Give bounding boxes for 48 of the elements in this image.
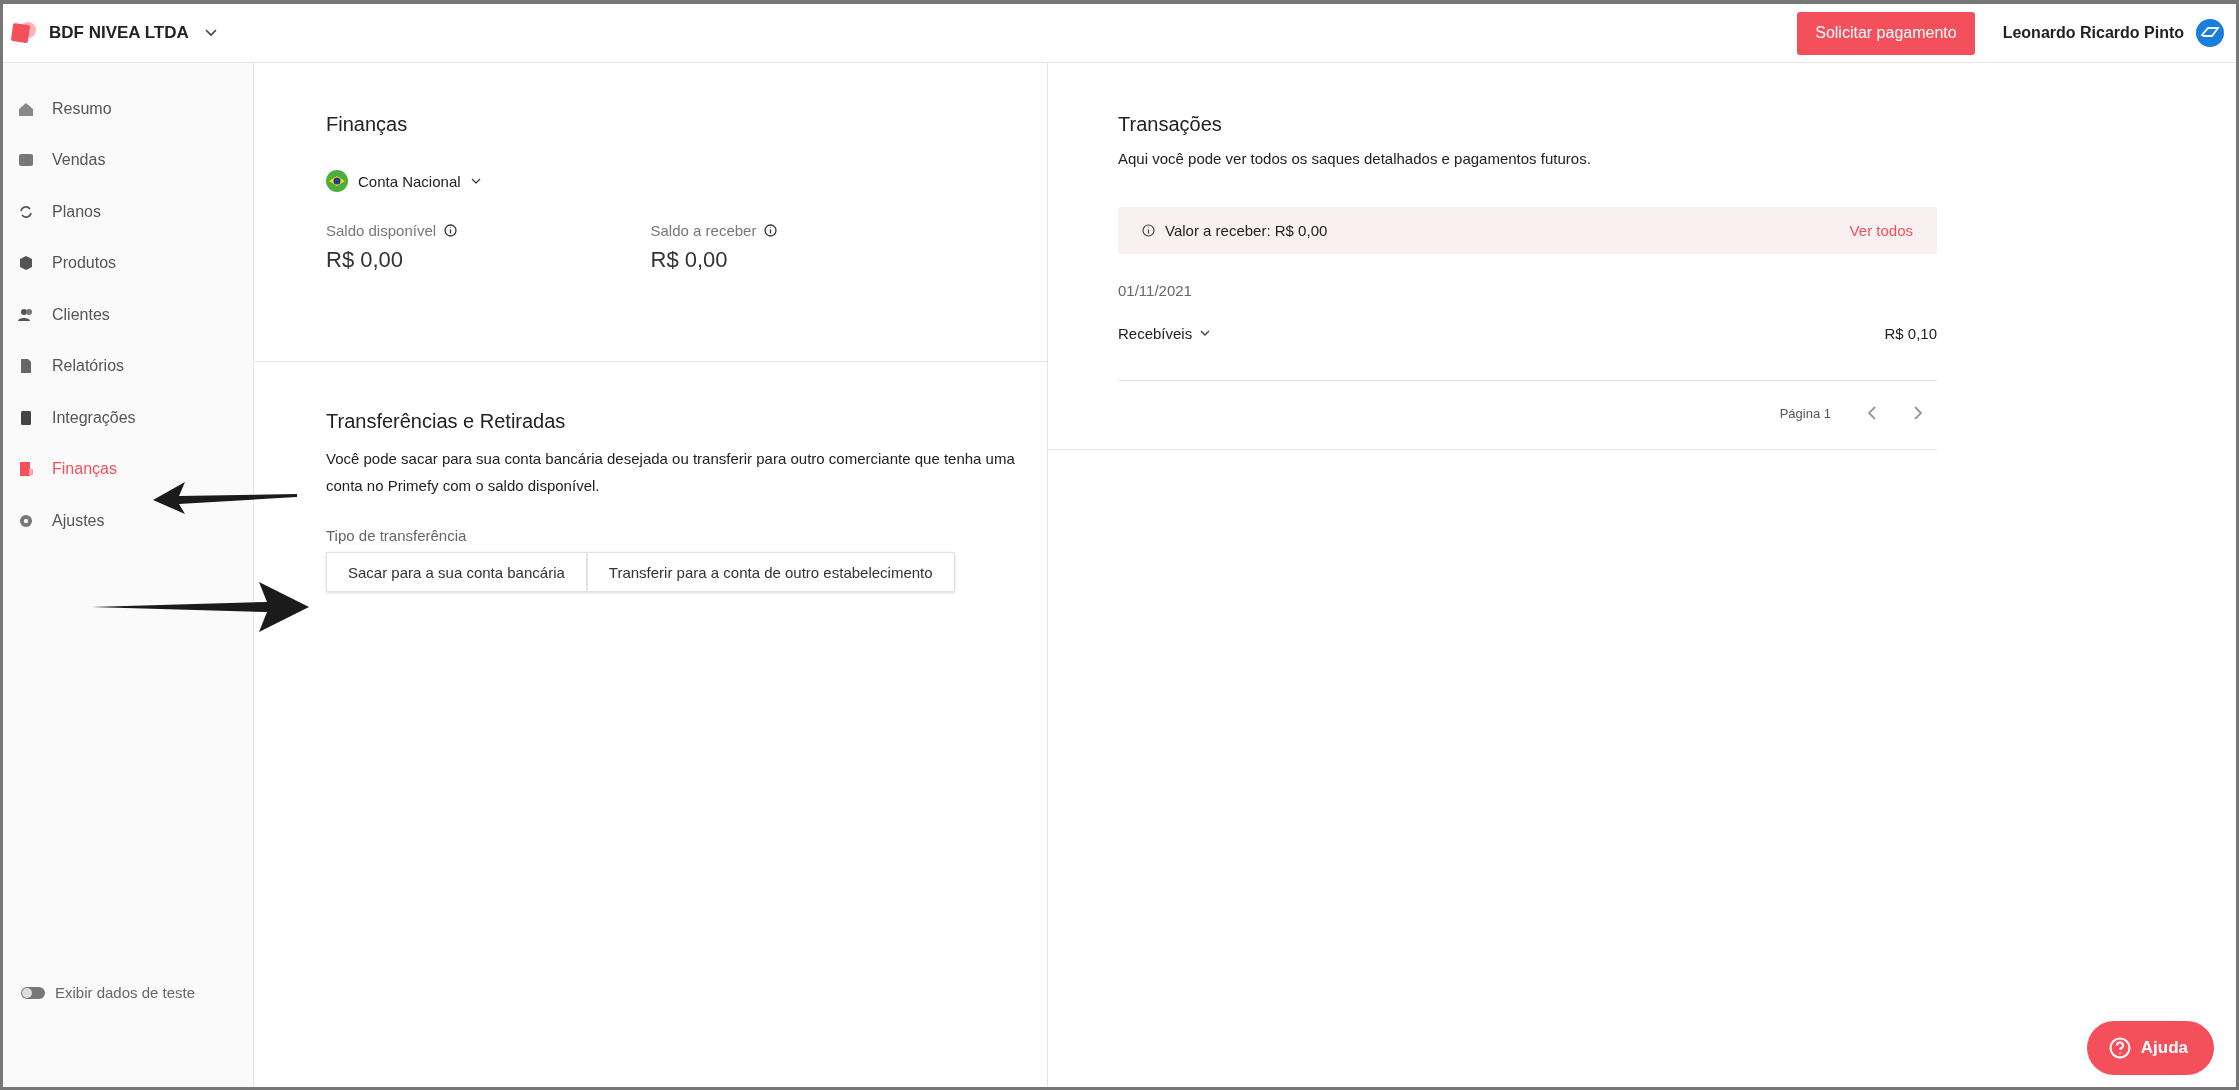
balance-value: R$ 0,00 (650, 247, 729, 273)
sidebar-item[interactable]: Relatórios (3, 340, 253, 392)
section-title: Transações (1118, 113, 1223, 136)
info-icon[interactable] (764, 224, 778, 237)
sidebar-item[interactable]: Integrações (3, 392, 253, 444)
user-name: Leonardo Ricardo Pinto (2002, 24, 2184, 42)
transfer-option-button[interactable]: Transferir para a conta de outro estabelecimento (586, 552, 955, 592)
chevron-down-icon[interactable] (204, 29, 217, 37)
sidebar-item[interactable]: Produtos (3, 237, 253, 289)
transaction-date: 01/11/2021 (1118, 282, 1193, 299)
avatar-icon[interactable] (2196, 19, 2224, 47)
toggle-switch[interactable] (21, 986, 45, 999)
sidebar-item[interactable]: Resumo (3, 83, 253, 135)
transfer-option-button[interactable]: Sacar para a sua conta bancária (326, 552, 587, 592)
section-title: Transferências e Retiradas (326, 410, 567, 433)
logo-icon (11, 21, 37, 45)
chevron-down-icon (1200, 330, 1211, 337)
people-icon (18, 306, 34, 323)
brazil-flag-icon (326, 170, 348, 192)
home-icon (18, 100, 34, 117)
balance-label: Saldo a receber (650, 222, 757, 239)
info-icon (1142, 224, 1155, 237)
page-label: Página 1 (1779, 405, 1831, 421)
previous-page-icon[interactable] (1867, 405, 1877, 421)
question-icon (2108, 1037, 2131, 1059)
sync-icon (18, 203, 34, 220)
info-icon[interactable] (444, 224, 458, 237)
account-selector[interactable]: Conta Nacional (326, 170, 481, 192)
balance-value: R$ 0,00 (326, 247, 405, 273)
notice-text: Valor a receber: R$ 0,00 (1165, 222, 1329, 239)
section-title: Finanças (326, 113, 409, 136)
transaction-amount: R$ 0,10 (1884, 325, 1937, 342)
sidebar-item[interactable]: Planos (3, 186, 253, 238)
chevron-down-icon (470, 177, 481, 185)
cube-icon (18, 255, 34, 272)
money-icon (18, 461, 34, 478)
sidebar-item[interactable]: Vendas (3, 134, 253, 186)
company-name: BDF NIVEA LTDA (49, 23, 189, 43)
toggle-label: Exibir dados de teste (55, 984, 196, 1001)
section-description: Você pode sacar para sua conta bancária desejada ou transferir para outro comerciante que tenha uma conta no Primefy com o saldo disponível. (326, 449, 1016, 496)
next-page-icon[interactable] (1913, 405, 1923, 421)
doc-icon (18, 358, 34, 375)
sidebar-item[interactable]: Ajustes (3, 495, 253, 547)
sidebar-item[interactable]: Clientes (3, 289, 253, 341)
balance-label: Saldo disponível (326, 222, 437, 239)
receivables-dropdown[interactable]: Recebíveis (1118, 325, 1211, 342)
section-description: Aqui você pode ver todos os saques detalhados e pagamentos futuros. (1118, 150, 1592, 167)
transfer-type-label: Tipo de transferência (326, 527, 468, 544)
